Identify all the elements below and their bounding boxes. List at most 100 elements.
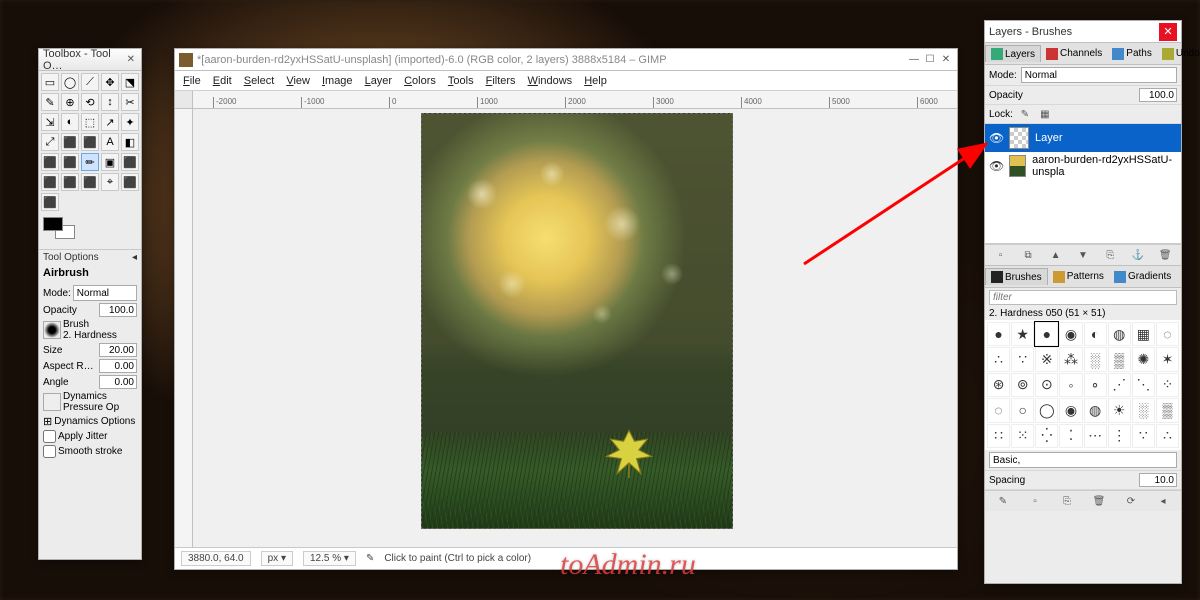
- brush-cell[interactable]: ∵: [1011, 347, 1034, 371]
- brush-cell[interactable]: ⁙: [1011, 424, 1034, 448]
- tool-button[interactable]: ⬛: [81, 173, 99, 191]
- brush-cell[interactable]: ⋰: [1108, 373, 1131, 397]
- menu-tools[interactable]: Tools: [448, 75, 474, 87]
- open-brush-icon[interactable]: ◂: [1155, 494, 1171, 508]
- tool-button[interactable]: ◐: [61, 113, 79, 131]
- edit-brush-icon[interactable]: ✎: [995, 494, 1011, 508]
- layer-opacity-input[interactable]: [1139, 88, 1177, 102]
- brush-cell[interactable]: ○: [1011, 398, 1034, 422]
- brush-preview[interactable]: [43, 321, 61, 339]
- brush-cell[interactable]: ⊛: [987, 373, 1010, 397]
- fg-bg-colors[interactable]: [43, 217, 83, 245]
- brush-cell[interactable]: ∷: [987, 424, 1010, 448]
- opacity-input[interactable]: [99, 303, 137, 317]
- tool-button[interactable]: ⬛: [61, 133, 79, 151]
- brush-cell[interactable]: ◌: [987, 398, 1010, 422]
- anchor-layer-icon[interactable]: ⚓: [1130, 248, 1146, 262]
- brush-cell[interactable]: ⋱: [1132, 373, 1155, 397]
- brush-cell[interactable]: ▒: [1156, 398, 1179, 422]
- units-dropdown[interactable]: px ▾: [261, 551, 293, 566]
- tab-layers[interactable]: Layers: [985, 45, 1041, 62]
- tool-button[interactable]: ✥: [101, 73, 119, 91]
- menu-layer[interactable]: Layer: [365, 75, 393, 87]
- tool-button[interactable]: ⬔: [121, 73, 139, 91]
- brush-cell[interactable]: ⁂: [1059, 347, 1082, 371]
- tool-button[interactable]: ↗: [101, 113, 119, 131]
- tool-button[interactable]: ✎: [41, 93, 59, 111]
- tool-button[interactable]: ⌖: [101, 173, 119, 191]
- brush-cell[interactable]: ⊙: [1035, 373, 1058, 397]
- refresh-brush-icon[interactable]: ⟳: [1123, 494, 1139, 508]
- brush-cell[interactable]: ▒: [1108, 347, 1131, 371]
- brush-cell[interactable]: ∘: [1084, 373, 1107, 397]
- tool-button[interactable]: ⬛: [81, 133, 99, 151]
- tool-button[interactable]: ↕: [101, 93, 119, 111]
- tool-button[interactable]: ⤢: [41, 133, 59, 151]
- brush-cell[interactable]: ✺: [1132, 347, 1155, 371]
- menu-colors[interactable]: Colors: [404, 75, 436, 87]
- duplicate-brush-icon[interactable]: ⎘: [1059, 494, 1075, 508]
- layer-item[interactable]: 👁aaron-burden-rd2yxHSSatU-unspla: [985, 152, 1181, 180]
- tool-button[interactable]: ⬛: [61, 153, 79, 171]
- brush-preset-dropdown[interactable]: Basic,: [989, 452, 1177, 468]
- tool-button[interactable]: ▭: [41, 73, 59, 91]
- new-brush-icon[interactable]: ▫: [1027, 494, 1043, 508]
- visibility-icon[interactable]: 👁: [989, 159, 1003, 173]
- tool-button[interactable]: ⬛: [41, 193, 59, 211]
- close-icon[interactable]: ✕: [1159, 23, 1177, 41]
- dynamics-options[interactable]: Dynamics Options: [54, 416, 135, 427]
- spacing-input[interactable]: [1139, 473, 1177, 487]
- delete-brush-icon[interactable]: 🗑: [1091, 494, 1107, 508]
- tool-button[interactable]: ◯: [61, 73, 79, 91]
- menu-windows[interactable]: Windows: [528, 75, 573, 87]
- brush-cell[interactable]: ▦: [1132, 322, 1155, 346]
- tool-button[interactable]: ✏: [81, 153, 99, 171]
- brush-cell[interactable]: ◍: [1108, 322, 1131, 346]
- tool-button[interactable]: ✂: [121, 93, 139, 111]
- image-titlebar[interactable]: *[aaron-burden-rd2yxHSSatU-unsplash] (im…: [175, 49, 957, 71]
- visibility-icon[interactable]: 👁: [989, 131, 1003, 145]
- tab-channels[interactable]: Channels: [1041, 46, 1107, 62]
- tool-button[interactable]: ✦: [121, 113, 139, 131]
- tab-brushes[interactable]: Brushes: [985, 268, 1048, 285]
- brush-cell[interactable]: ⁛: [1035, 424, 1058, 448]
- brush-cell[interactable]: ∴: [987, 347, 1010, 371]
- menu-edit[interactable]: Edit: [213, 75, 232, 87]
- brush-cell[interactable]: ◉: [1059, 398, 1082, 422]
- size-input[interactable]: [99, 343, 137, 357]
- brush-cell[interactable]: ∵: [1132, 424, 1155, 448]
- layer-item[interactable]: 👁Layer: [985, 124, 1181, 152]
- brush-cell[interactable]: ★: [1011, 322, 1034, 346]
- brush-cell[interactable]: ⊚: [1011, 373, 1034, 397]
- tool-button[interactable]: ⊕: [61, 93, 79, 111]
- aspect-input[interactable]: [99, 359, 137, 373]
- canvas[interactable]: [193, 109, 957, 547]
- menu-help[interactable]: Help: [584, 75, 607, 87]
- brush-cell[interactable]: ⁘: [1156, 373, 1179, 397]
- menu-view[interactable]: View: [286, 75, 310, 87]
- brush-cell[interactable]: ⋯: [1084, 424, 1107, 448]
- brush-cell[interactable]: ◐: [1084, 322, 1107, 346]
- tool-button[interactable]: ⇲: [41, 113, 59, 131]
- minimize-icon[interactable]: —: [907, 53, 921, 67]
- menu-icon[interactable]: ◂: [132, 252, 137, 263]
- ruler-horizontal[interactable]: -2000-10000100020003000400050006000: [193, 91, 957, 109]
- tool-button[interactable]: ⬛: [121, 173, 139, 191]
- duplicate-layer-icon[interactable]: ⎘: [1102, 248, 1118, 262]
- expand-icon[interactable]: ⊞: [43, 415, 52, 428]
- tab-paths[interactable]: Paths: [1107, 46, 1157, 62]
- lock-pixels-icon[interactable]: ✎: [1017, 107, 1033, 121]
- tool-button[interactable]: ⬚: [81, 113, 99, 131]
- brush-cell[interactable]: ◍: [1084, 398, 1107, 422]
- brush-cell[interactable]: ◌: [1156, 322, 1179, 346]
- brush-cell[interactable]: ░: [1132, 398, 1155, 422]
- brush-cell[interactable]: ⋮: [1108, 424, 1131, 448]
- menu-image[interactable]: Image: [322, 75, 353, 87]
- tool-button[interactable]: ⬛: [41, 153, 59, 171]
- maximize-icon[interactable]: ☐: [923, 53, 937, 67]
- menu-select[interactable]: Select: [244, 75, 275, 87]
- tab-gradients[interactable]: Gradients: [1109, 269, 1176, 285]
- lower-layer-icon[interactable]: ▼: [1075, 248, 1091, 262]
- brush-cell[interactable]: ⁚: [1059, 424, 1082, 448]
- raise-layer-icon[interactable]: ▲: [1048, 248, 1064, 262]
